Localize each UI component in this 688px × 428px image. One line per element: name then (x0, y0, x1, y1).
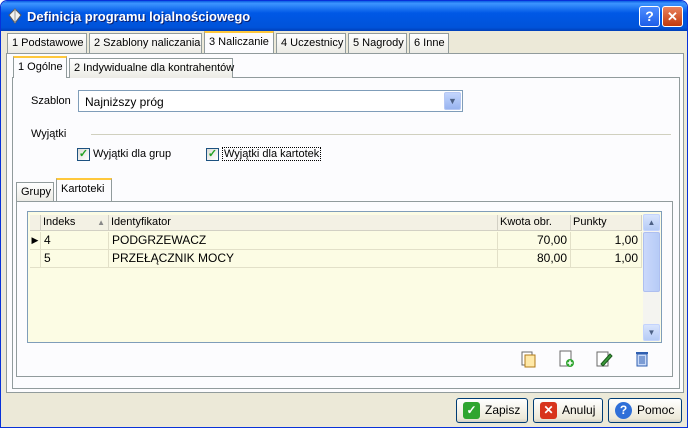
szablon-label: Szablon (31, 95, 71, 107)
tab-naliczanie[interactable]: 3 Naliczanie (204, 31, 274, 53)
row-indicator (30, 250, 41, 267)
delete-record-icon[interactable] (627, 347, 657, 371)
cell-identyfikator[interactable]: PODGRZEWACZ (109, 232, 498, 249)
cell-indeks[interactable]: 5 (41, 250, 109, 267)
grid-vertical-scrollbar[interactable]: ▲ ▼ (643, 214, 660, 341)
column-header-kwota[interactable]: Kwota obr. (498, 215, 571, 231)
window-title: Definicja programu lojalnościowego (27, 9, 251, 24)
scroll-down-icon[interactable]: ▼ (643, 324, 660, 341)
cell-kwota[interactable]: 80,00 (498, 250, 571, 267)
kartoteki-grid[interactable]: Indeks ▲ Identyfikator Kwota obr. Punkty… (27, 211, 662, 343)
table-row[interactable]: ▶ 4 PODGRZEWACZ 70,00 1,00 (30, 232, 642, 250)
table-row[interactable]: 5 PRZEŁĄCZNIK MOCY 80,00 1,00 (30, 250, 642, 268)
cell-indeks[interactable]: 4 (41, 232, 109, 249)
wyjatki-separator (91, 134, 671, 135)
szablon-select[interactable]: Najniższy próg ▼ (78, 90, 463, 112)
szablon-value: Najniższy próg (85, 95, 164, 109)
current-row-icon: ▶ (30, 232, 41, 249)
wyjatki-kartoteki-checkbox[interactable]: ✓ (206, 148, 219, 161)
column-header-indeks[interactable]: Indeks ▲ (41, 215, 109, 231)
close-button[interactable]: ✕ (662, 6, 683, 27)
sort-asc-icon: ▲ (97, 218, 105, 227)
title-bar[interactable]: Definicja programu lojalnościowego ? ✕ (1, 1, 687, 31)
cell-punkty[interactable]: 1,00 (571, 250, 642, 267)
cell-kwota[interactable]: 70,00 (498, 232, 571, 249)
dialog-window: Definicja programu lojalnościowego ? ✕ 1… (0, 0, 688, 428)
cell-identyfikator[interactable]: PRZEŁĄCZNIK MOCY (109, 250, 498, 267)
add-record-icon[interactable] (551, 347, 581, 371)
wyjatki-grupy-checkbox[interactable]: ✓ (77, 148, 90, 161)
tab-podstawowe[interactable]: 1 Podstawowe (7, 33, 87, 53)
cell-punkty[interactable]: 1,00 (571, 232, 642, 249)
tab-grupy[interactable]: Grupy (16, 182, 54, 201)
save-button[interactable]: ✓ Zapisz (456, 398, 528, 423)
row-indicator-header (30, 215, 41, 231)
wyjatki-label: Wyjątki (31, 128, 67, 140)
help-button[interactable]: ? Pomoc (608, 398, 682, 423)
column-header-identyfikator[interactable]: Identyfikator (109, 215, 498, 231)
help-title-button[interactable]: ? (639, 6, 660, 27)
tab-ogolne[interactable]: 1 Ogólne (13, 56, 67, 78)
scroll-thumb[interactable] (643, 232, 660, 292)
edit-record-icon[interactable] (589, 347, 619, 371)
tab-inne[interactable]: 6 Inne (409, 33, 449, 53)
help-icon: ? (615, 402, 632, 419)
tab-indywidualne[interactable]: 2 Indywidualne dla kontrahentów (69, 58, 234, 78)
chevron-down-icon[interactable]: ▼ (444, 92, 461, 110)
cancel-button[interactable]: ✕ Anuluj (533, 398, 603, 423)
tab-nagrody[interactable]: 5 Nagrody (348, 33, 407, 53)
scroll-up-icon[interactable]: ▲ (643, 214, 660, 231)
tab-kartoteki[interactable]: Kartoteki (56, 178, 112, 202)
wyjatki-kartoteki-label[interactable]: Wyjątki dla kartotek (222, 147, 322, 161)
checkmark-icon: ✓ (463, 402, 480, 419)
app-icon (8, 8, 22, 24)
copy-record-icon[interactable] (513, 347, 543, 371)
tab-szablony-naliczania[interactable]: 2 Szablony naliczania (89, 33, 202, 53)
cross-icon: ✕ (540, 402, 557, 419)
tab-uczestnicy[interactable]: 4 Uczestnicy (276, 33, 346, 53)
column-header-punkty[interactable]: Punkty (571, 215, 642, 231)
wyjatki-grupy-label[interactable]: Wyjątki dla grup (93, 148, 171, 160)
